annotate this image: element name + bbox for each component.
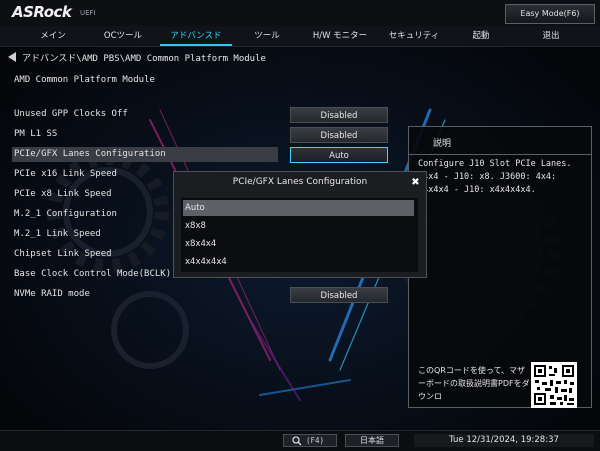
main-menu: メイン OCツール アドバンスド ツール H/W モニター セキュリティ 起動 … [0, 26, 600, 47]
tab-security[interactable]: セキュリティ [378, 26, 450, 46]
asrock-logo: ASRock [12, 3, 72, 21]
dialog-title: PCIe/GFX Lanes Configuration [232, 177, 368, 187]
tab-main[interactable]: メイン [18, 26, 88, 46]
language-button[interactable]: 日本語 [345, 434, 399, 447]
lanes-configuration-dialog: PCIe/GFX Lanes Configuration ✖ Auto x8x8… [173, 171, 427, 278]
qr-description: このQRコードを使って、マザーボードの取扱説明書PDFをダウンロ [418, 366, 530, 401]
option-x8x8[interactable]: x8x8 [183, 218, 414, 234]
section-title: AMD Common Platform Module [14, 75, 155, 85]
top-bar: ASRock UEFI Easy Mode(F6) [0, 0, 600, 26]
breadcrumb: アドバンスド\AMD PBS\AMD Common Platform Modul… [8, 52, 266, 66]
tab-tool[interactable]: ツール [232, 26, 302, 46]
setting-value-unused-gpp-clocks-off[interactable]: Disabled [290, 107, 388, 123]
dialog-options-list: Auto x8x8 x8x4x4 x4x4x4x4 [181, 198, 418, 272]
back-arrow-icon[interactable] [8, 52, 16, 62]
tab-oc-tweaker[interactable]: OCツール [88, 26, 158, 46]
option-auto[interactable]: Auto [183, 200, 414, 216]
help-panel: 説明 Configure J10 Slot PCIe Lanes. x4x4 -… [408, 126, 592, 408]
setting-label-pcie-x8-link-speed[interactable]: PCIe x8 Link Speed [14, 187, 112, 202]
tab-hw-monitor[interactable]: H/W モニター [300, 26, 380, 46]
active-tab-indicator [160, 44, 232, 46]
date-time: Tue 12/31/2024, 19:28:37 [414, 434, 594, 447]
setting-label-base-clock-control-mode[interactable]: Base Clock Control Mode(BCLK) [14, 267, 171, 282]
bottom-bar: (F4) 日本語 Tue 12/31/2024, 19:28:37 [0, 430, 600, 451]
setting-label-pcie-gfx-lanes-configuration[interactable]: PCIe/GFX Lanes Configuration [12, 147, 278, 162]
setting-label-m2-1-configuration[interactable]: M.2_1 Configuration [14, 207, 117, 222]
help-title: 説明 [433, 139, 452, 149]
tab-exit[interactable]: 退出 [520, 26, 582, 46]
setting-label-nvme-raid-mode[interactable]: NVMe RAID mode [14, 287, 90, 302]
help-description: Configure J10 Slot PCIe Lanes. x4x4 - J1… [418, 159, 572, 195]
setting-value-pcie-gfx-lanes-configuration[interactable]: Auto [290, 147, 388, 163]
qr-code-icon [531, 362, 577, 408]
setting-value-nvme-raid-mode[interactable]: Disabled [290, 287, 388, 303]
setting-label-pm-l1-ss[interactable]: PM L1 SS [14, 127, 57, 142]
close-icon[interactable]: ✖ [410, 177, 421, 188]
easy-mode-button[interactable]: Easy Mode(F6) [505, 4, 595, 24]
help-divider [409, 154, 591, 155]
search-icon [292, 436, 302, 446]
setting-label-chipset-link-speed[interactable]: Chipset Link Speed [14, 247, 112, 262]
tab-boot[interactable]: 起動 [450, 26, 512, 46]
option-x4x4x4x4[interactable]: x4x4x4x4 [183, 254, 414, 270]
tab-advanced[interactable]: アドバンスド [160, 26, 232, 46]
setting-label-m2-1-link-speed[interactable]: M.2_1 Link Speed [14, 227, 101, 242]
breadcrumb-path: アドバンスド\AMD PBS\AMD Common Platform Modul… [22, 54, 266, 64]
setting-value-pm-l1-ss[interactable]: Disabled [290, 127, 388, 143]
uefi-label: UEFI [80, 9, 96, 17]
search-shortcut-label: (F4) [306, 436, 325, 445]
setting-label-pcie-x16-link-speed[interactable]: PCIe x16 Link Speed [14, 167, 117, 182]
option-x8x4x4[interactable]: x8x4x4 [183, 236, 414, 252]
search-button[interactable]: (F4) [283, 434, 337, 447]
setting-label-unused-gpp-clocks-off[interactable]: Unused GPP Clocks Off [14, 107, 128, 122]
